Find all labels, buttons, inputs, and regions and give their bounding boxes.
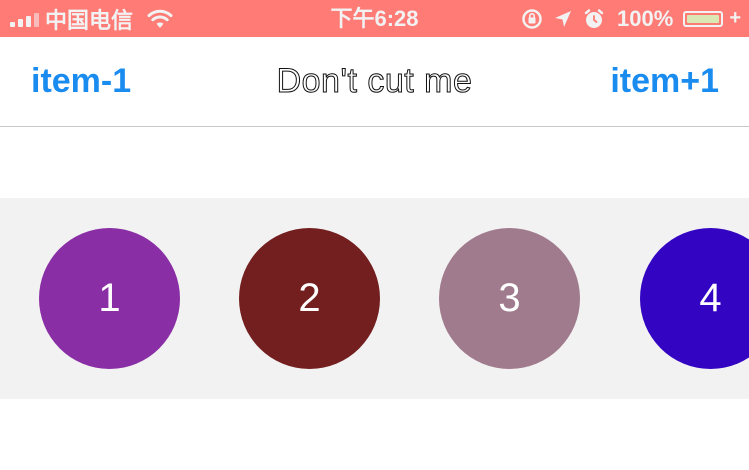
battery-level bbox=[687, 14, 720, 23]
navigation-bar: item-1 Don't cut me item+1 bbox=[0, 37, 749, 127]
item-scroll-strip[interactable]: 1 2 3 4 bbox=[0, 198, 749, 399]
lock-rotation-icon bbox=[522, 8, 542, 29]
item-circle-1[interactable]: 1 bbox=[39, 228, 180, 369]
next-item-button[interactable]: item+1 bbox=[610, 37, 719, 126]
status-bar: 中国电信 下午6:28 100% + bbox=[0, 0, 749, 37]
item-circle-4[interactable]: 4 bbox=[640, 228, 749, 369]
screen: 中国电信 下午6:28 100% + item-1 Don't cut me i… bbox=[0, 0, 749, 470]
status-bar-right: 100% + bbox=[521, 0, 741, 37]
battery-icon bbox=[683, 10, 724, 27]
location-icon bbox=[555, 10, 572, 27]
item-circle-3[interactable]: 3 bbox=[439, 228, 580, 369]
alarm-icon bbox=[584, 8, 604, 28]
charging-icon: + bbox=[729, 7, 741, 29]
battery-percent: 100% bbox=[617, 5, 674, 31]
item-circle-2[interactable]: 2 bbox=[239, 228, 380, 369]
